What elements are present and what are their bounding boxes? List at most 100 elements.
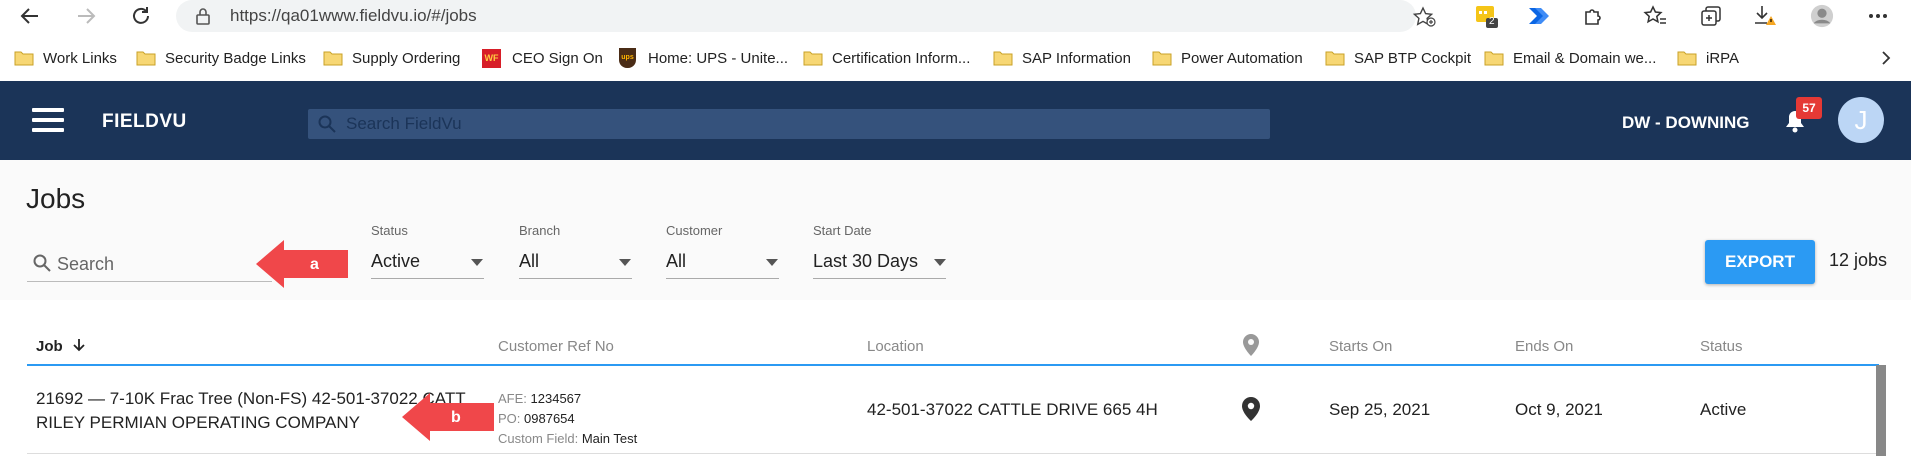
wf-logo-icon: WF xyxy=(482,48,501,68)
collections-icon xyxy=(1701,6,1721,26)
column-header-location[interactable]: Location xyxy=(867,338,924,355)
download-warning-icon xyxy=(1755,6,1776,25)
collections-button[interactable] xyxy=(1699,4,1723,28)
search-icon xyxy=(318,115,336,133)
downloads-button[interactable] xyxy=(1753,4,1777,28)
custom-field-ref: Custom Field: Main Test xyxy=(498,431,638,446)
back-arrow-icon xyxy=(20,8,38,24)
user-label[interactable]: DW - DOWNING xyxy=(1622,113,1749,133)
global-search[interactable] xyxy=(308,109,1270,139)
map-pin-icon[interactable] xyxy=(1241,396,1261,422)
extension-yellow[interactable]: 2 xyxy=(1474,4,1498,28)
extension-badge: 2 xyxy=(1489,16,1495,27)
profile-button[interactable] xyxy=(1810,4,1834,28)
bookmark-supply-ordering[interactable]: Supply Ordering xyxy=(323,47,460,69)
hamburger-menu-icon[interactable] xyxy=(32,108,64,132)
puzzle-icon xyxy=(1585,9,1601,25)
avatar[interactable]: J xyxy=(1838,97,1884,143)
column-header-customer-ref[interactable]: Customer Ref No xyxy=(498,338,614,355)
job-location: 42-501-37022 CATTLE DRIVE 665 4H xyxy=(867,400,1158,419)
lock-icon xyxy=(196,8,210,25)
job-customer: RILEY PERMIAN OPERATING COMPANY xyxy=(36,413,361,432)
start-date-select-label: Start Date xyxy=(813,223,872,238)
profile-icon xyxy=(1810,4,1834,28)
column-header-ends-on[interactable]: Ends On xyxy=(1515,338,1573,355)
bookmark-irpa[interactable]: iRPA xyxy=(1677,47,1739,69)
folder-icon xyxy=(1152,51,1172,66)
bookmark-ups-home[interactable]: ups Home: UPS - Unite... xyxy=(619,47,788,69)
search-icon xyxy=(33,254,51,272)
refresh-icon xyxy=(133,7,149,24)
app-header: FIELDVU DW - DOWNING 57 J xyxy=(0,81,1911,160)
bookmark-security-badge-links[interactable]: Security Badge Links xyxy=(136,47,306,69)
folder-icon xyxy=(993,51,1013,66)
ups-logo-icon: ups xyxy=(619,48,636,68)
scrollbar[interactable] xyxy=(1876,365,1886,456)
forward-button[interactable] xyxy=(72,2,100,30)
page-title: Jobs xyxy=(26,183,86,214)
folder-icon xyxy=(14,51,34,66)
bookmark-ceo-sign-on[interactable]: WF CEO Sign On xyxy=(482,47,603,69)
folder-icon xyxy=(1325,51,1345,66)
status-select[interactable]: Status Active xyxy=(371,223,484,279)
bookmark-email-domain[interactable]: Email & Domain we... xyxy=(1484,47,1656,69)
export-button[interactable]: EXPORT xyxy=(1705,240,1815,284)
folder-icon xyxy=(323,51,343,66)
sort-down-arrow-icon xyxy=(73,339,85,352)
folder-icon xyxy=(136,51,156,66)
bookmark-sap-information[interactable]: SAP Information xyxy=(993,47,1131,69)
ellipsis-icon xyxy=(1869,14,1887,18)
folder-icon xyxy=(803,51,823,66)
branch-select[interactable]: Branch All xyxy=(519,223,632,279)
branch-select-value: All xyxy=(519,251,540,271)
star-list-icon xyxy=(1643,5,1666,24)
annotation-arrow-a: a xyxy=(256,240,348,288)
brand-logo[interactable]: FIELDVU xyxy=(102,111,187,133)
job-starts-on: Sep 25, 2021 xyxy=(1329,400,1431,419)
favorite-star-icon[interactable] xyxy=(1412,6,1436,28)
job-ends-on: Oct 9, 2021 xyxy=(1515,400,1603,419)
customer-select-label: Customer xyxy=(666,223,723,238)
status-select-value: Active xyxy=(371,251,421,271)
power-automate-icon xyxy=(1529,8,1549,24)
global-search-input[interactable] xyxy=(346,112,1246,136)
column-header-status[interactable]: Status xyxy=(1700,338,1743,355)
folder-icon xyxy=(1677,51,1697,66)
bookmark-certification[interactable]: Certification Inform... xyxy=(803,47,970,69)
bookmark-sap-btp-cockpit[interactable]: SAP BTP Cockpit xyxy=(1325,47,1471,69)
chevron-right-icon[interactable] xyxy=(1880,50,1892,66)
forward-arrow-icon xyxy=(78,8,96,24)
table-header-divider xyxy=(27,364,1879,366)
start-date-select-value: Last 30 Days xyxy=(813,251,919,271)
jobs-search-input[interactable] xyxy=(57,252,257,276)
job-status: Active xyxy=(1700,400,1747,419)
bookmarks-bar: Work Links Security Badge Links Supply O… xyxy=(0,40,1911,74)
annotation-arrow-b: b xyxy=(402,393,494,441)
afe-ref: AFE: 1234567 xyxy=(498,391,582,406)
start-date-select[interactable]: Start Date Last 30 Days xyxy=(813,223,946,279)
map-pin-icon[interactable] xyxy=(1242,333,1260,357)
browser-toolbar: https://qa01www.fieldvu.io/#/jobs 2 xyxy=(0,0,1911,32)
more-menu-button[interactable] xyxy=(1866,4,1890,28)
column-header-job[interactable]: Job xyxy=(36,338,85,355)
caret-down-icon xyxy=(934,259,946,266)
bookmark-power-automation[interactable]: Power Automation xyxy=(1152,47,1303,69)
customer-select[interactable]: Customer All xyxy=(666,223,779,279)
refresh-button[interactable] xyxy=(127,2,155,30)
folder-icon xyxy=(1484,51,1504,66)
caret-down-icon xyxy=(471,259,483,266)
back-button[interactable] xyxy=(16,2,44,30)
annotation-label-b: b xyxy=(451,409,461,426)
column-header-starts-on[interactable]: Starts On xyxy=(1329,338,1392,355)
jobs-search[interactable] xyxy=(27,248,272,282)
extension-power-automate[interactable] xyxy=(1527,4,1551,28)
favorites-button[interactable] xyxy=(1643,4,1667,28)
row-divider xyxy=(27,453,1876,454)
bookmark-work-links[interactable]: Work Links xyxy=(14,47,117,69)
notification-count-badge: 57 xyxy=(1796,97,1822,119)
url-text[interactable]: https://qa01www.fieldvu.io/#/jobs xyxy=(230,6,477,26)
branch-select-label: Branch xyxy=(519,223,561,238)
po-ref: PO: 0987654 xyxy=(498,411,575,426)
caret-down-icon xyxy=(619,259,631,266)
extensions-button[interactable] xyxy=(1581,4,1605,28)
